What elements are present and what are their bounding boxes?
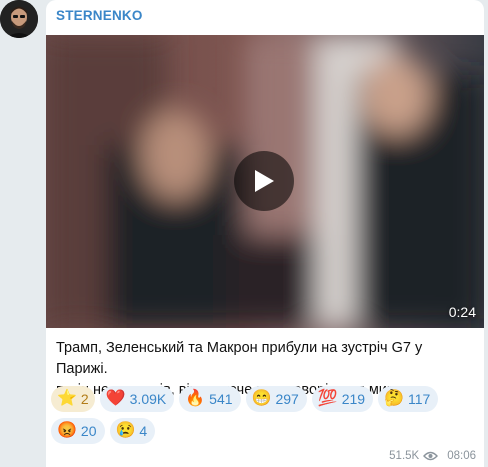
reaction-cry-button[interactable]: 😢 4 <box>109 418 156 444</box>
view-count: 51.5K <box>389 450 420 462</box>
message-meta: 51.5K 08:06 <box>389 450 476 462</box>
reaction-count: 117 <box>408 391 431 407</box>
video-duration: 0:24 <box>448 304 476 320</box>
reaction-count: 541 <box>209 391 233 407</box>
thinking-icon: 🤔 <box>384 390 404 407</box>
reaction-count: 3.09K <box>129 391 167 407</box>
reaction-star-button[interactable]: ⭐ 2 <box>51 386 95 412</box>
reaction-fire-button[interactable]: 🔥 541 <box>179 386 241 412</box>
fire-icon: 🔥 <box>185 390 206 407</box>
avatar-image <box>0 0 38 38</box>
grin-icon: 😁 <box>251 390 272 407</box>
reaction-thinking-button[interactable]: 🤔 117 <box>378 386 439 412</box>
heart-icon: ❤️ <box>105 390 126 407</box>
message-bubble: STERNENKO 0:24 Трамп, Зеленський та Макр… <box>46 0 484 467</box>
reaction-hundred-button[interactable]: 💯 219 <box>311 386 374 412</box>
star-icon: ⭐ <box>57 390 77 407</box>
play-icon <box>255 170 274 192</box>
reaction-grin-button[interactable]: 😁 297 <box>245 386 307 412</box>
eye-icon <box>423 451 439 461</box>
channel-name[interactable]: STERNENKO <box>56 8 143 23</box>
reaction-count: 20 <box>80 423 97 439</box>
play-button[interactable] <box>234 151 294 211</box>
reaction-row: 😡 20 😢 4 <box>51 418 481 444</box>
reaction-heart-button[interactable]: ❤️ 3.09K <box>99 386 175 412</box>
hundred-icon: 💯 <box>317 390 338 407</box>
cry-icon: 😢 <box>115 422 136 439</box>
reaction-count: 297 <box>275 391 299 407</box>
reaction-angry-button[interactable]: 😡 20 <box>51 418 105 444</box>
reaction-row: ⭐ 2 ❤️ 3.09K 🔥 541 😁 297 💯 219 🤔 117 <box>51 386 481 412</box>
message-time: 08:06 <box>447 450 476 462</box>
angry-icon: 😡 <box>57 422 77 439</box>
channel-avatar[interactable] <box>0 0 38 38</box>
reaction-count: 219 <box>341 391 366 407</box>
reaction-count: 2 <box>80 391 89 407</box>
video-player[interactable]: 0:24 <box>46 35 484 328</box>
reaction-count: 4 <box>139 423 148 439</box>
post-text-line: Трамп, Зеленський та Макрон прибули на з… <box>56 340 423 377</box>
reactions-bar: ⭐ 2 ❤️ 3.09K 🔥 541 😁 297 💯 219 🤔 117 😡 2… <box>51 386 481 450</box>
